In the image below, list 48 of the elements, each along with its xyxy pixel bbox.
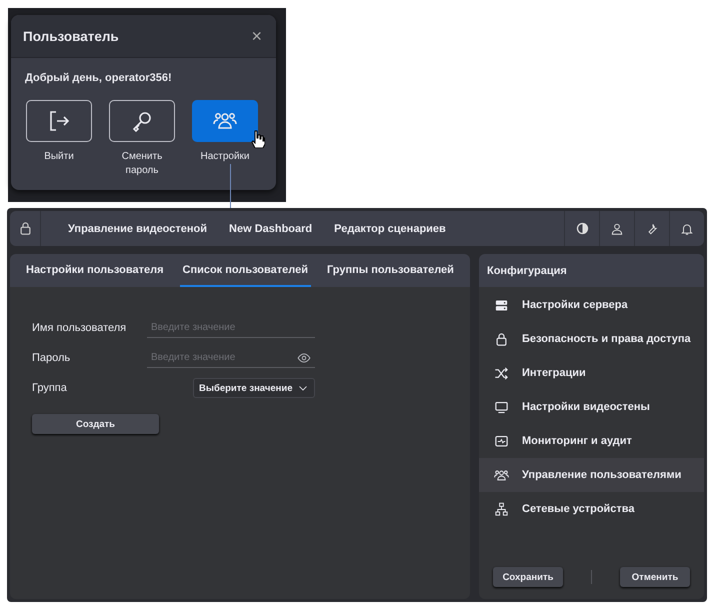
key-icon [130, 109, 154, 133]
monitor-icon [494, 400, 509, 414]
action-label: Настройки [199, 150, 251, 164]
config-menu-item[interactable]: Мониторинг и аудит [479, 424, 704, 458]
network-icon [494, 502, 509, 516]
cancel-button[interactable]: Отменить [620, 567, 690, 587]
action-label: Сменить пароль [120, 150, 164, 178]
field-label: Группа [32, 382, 68, 394]
config-menu-item[interactable]: Настройки видеостены [479, 390, 704, 424]
config-menu-item[interactable]: Сетевые устройства [479, 492, 704, 526]
key-button[interactable] [109, 100, 175, 142]
monitor-pulse-icon [494, 434, 509, 448]
contrast-icon[interactable] [574, 221, 590, 236]
user-icon[interactable] [610, 222, 624, 236]
eye-icon[interactable] [297, 351, 311, 365]
config-menu-item[interactable]: Управление пользователями [479, 458, 704, 492]
shuffle-icon [494, 366, 509, 380]
logout-button[interactable] [26, 100, 92, 142]
logout-icon [47, 109, 71, 133]
config-menu-item[interactable]: Безопасность и права доступа [479, 322, 704, 356]
greeting-text: Добрый день, operator356! [25, 72, 172, 84]
popup-title: Пользователь [23, 28, 119, 44]
server-icon [494, 298, 509, 312]
nav-link[interactable]: New Dashboard [229, 222, 312, 234]
group-dropdown[interactable]: Выберите значение [193, 378, 315, 398]
create-button[interactable]: Создать [32, 414, 159, 434]
config-menu-item[interactable]: Интеграции [479, 356, 704, 390]
tab[interactable]: Список пользователей [180, 254, 311, 287]
tab[interactable]: Группы пользователей [324, 254, 457, 287]
connector-line [230, 164, 231, 208]
config-menu-item[interactable]: Настройки сервера [479, 288, 704, 322]
users-button[interactable] [192, 100, 258, 142]
users-icon [494, 468, 509, 482]
nav-link[interactable]: Редактор сценариев [334, 222, 446, 234]
save-button[interactable]: Сохранить [493, 567, 563, 587]
field-label: Имя пользователя [32, 322, 128, 334]
password-field[interactable]: Введите значение [147, 348, 315, 368]
hand-cursor-icon [251, 130, 265, 148]
close-button[interactable]: × [251, 26, 262, 46]
username-field[interactable]: Введите значение [147, 318, 315, 338]
bell-icon[interactable] [680, 222, 694, 236]
lock-icon[interactable] [18, 221, 32, 236]
tab[interactable]: Настройки пользователя [23, 254, 166, 287]
panel-title: Конфигурация [487, 264, 567, 276]
action-label: Выйти [43, 150, 75, 164]
nav-link[interactable]: Управление видеостеной [68, 222, 208, 234]
lock-icon [494, 332, 509, 346]
field-label: Пароль [32, 352, 72, 364]
